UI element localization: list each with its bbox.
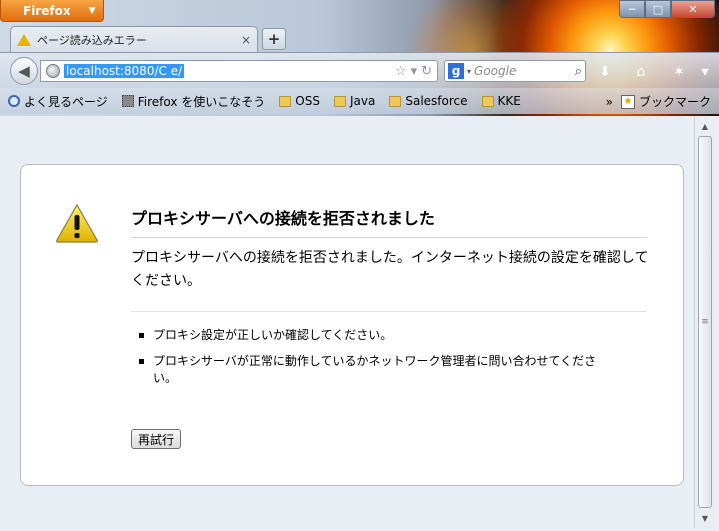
back-arrow-icon: ◀ [18,62,30,80]
firefox-menu-button[interactable]: Firefox ▼ [0,0,104,22]
bookmarks-overflow-button[interactable]: » [606,95,613,109]
dotted-square-icon [121,95,134,107]
home-icon[interactable]: ⌂ [630,62,652,82]
list-item: プロキシサーバが正常に動作しているかネットワーク管理者に問い合わせてください。 [137,353,617,387]
error-title: プロキシサーバへの接続を拒否されました [131,205,647,238]
bookmark-most-visited[interactable]: よく見るページ [8,93,108,110]
folder-icon [279,95,292,107]
navigation-toolbar: ◀ localhost:8080/C e/ ☆ ▾ ↻ g ▾ Google ⌕… [0,52,719,88]
bookmark-label: Salesforce [405,94,468,108]
scroll-down-icon[interactable]: ▼ [697,510,713,526]
magnifier-icon [8,95,20,107]
url-bar[interactable]: localhost:8080/C e/ ☆ ▾ ↻ [40,60,438,82]
bookmark-folder-kke[interactable]: KKE [481,94,521,108]
tab-close-icon[interactable]: × [241,33,251,47]
url-bar-actions: ☆ ▾ ↻ [395,64,437,79]
bookmark-getting-started[interactable]: Firefox を使いこなそう [121,93,266,110]
browser-chrome: Firefox ▼ ─ □ ✕ ページ読み込みエラー × + ◀ localho… [0,0,719,116]
minimize-button[interactable]: ─ [619,0,645,18]
firefox-menu-label: Firefox [23,3,71,18]
bookmark-label: OSS [295,94,320,108]
bookmark-folder-salesforce[interactable]: Salesforce [389,94,468,108]
search-bar[interactable]: g ▾ Google ⌕ [444,60,586,82]
bookmark-folder-java[interactable]: Java [333,94,376,108]
scrollbar-thumb[interactable]: ≡ [698,136,712,508]
scroll-up-icon[interactable]: ▲ [697,118,713,134]
bookmarks-menu-button[interactable]: ★ ブックマーク [620,93,711,110]
bookmark-label: Java [349,94,376,108]
bookmarks-menu-label: ブックマーク [638,95,711,109]
search-input[interactable]: Google [474,64,572,78]
url-dropdown-icon[interactable]: ▾ [411,64,418,79]
folder-icon [389,95,402,107]
window-controls: ─ □ ✕ [619,0,715,18]
error-suggestions: プロキシ設定が正しいか確認してください。 プロキシサーバが正常に動作しているかネ… [137,327,617,396]
search-engine-dropdown-icon[interactable]: ▾ [467,67,471,76]
folder-icon [333,95,346,107]
divider [131,311,647,312]
list-item: プロキシ設定が正しいか確認してください。 [137,327,617,344]
addon-icon[interactable]: ✶ [668,62,690,82]
error-panel: プロキシサーバへの接続を拒否されました プロキシサーバへの接続を拒否されました。… [20,164,684,486]
bookmark-label: Firefox を使いこなそう [137,94,266,109]
bookmark-star-icon[interactable]: ☆ [395,64,407,79]
google-logo-icon[interactable]: g [448,63,464,79]
bookmark-folder-oss[interactable]: OSS [279,94,320,108]
back-button[interactable]: ◀ [10,57,38,85]
bookmark-menu-icon: ★ [620,94,635,109]
reload-icon[interactable]: ↻ [421,64,432,79]
search-icon[interactable]: ⌕ [575,64,582,79]
error-description: プロキシサーバへの接続を拒否されました。インターネット接続の設定を確認してくださ… [131,250,649,289]
globe-icon [46,64,60,78]
page-content: プロキシサーバへの接続を拒否されました プロキシサーバへの接続を拒否されました。… [4,116,694,528]
url-text[interactable]: localhost:8080/C e/ [64,64,185,78]
download-icon[interactable]: ⬇ [594,62,616,82]
bookmark-label: KKE [497,94,521,108]
vertical-scrollbar[interactable]: ▲ ≡ ▼ [694,116,715,528]
chevron-down-icon: ▼ [88,5,96,16]
close-window-button[interactable]: ✕ [671,0,715,18]
retry-button[interactable]: 再試行 [131,429,182,449]
maximize-button[interactable]: □ [645,0,671,18]
tab-page-load-error[interactable]: ページ読み込みエラー × [10,26,258,52]
folder-icon [481,95,494,107]
new-tab-button[interactable]: + [262,28,286,50]
warning-icon [17,33,31,46]
toolbar-menu-icon[interactable]: ▾ [694,62,716,82]
tab-title: ページ読み込みエラー [37,33,147,47]
bookmark-label: よく見るページ [24,94,108,109]
bookmarks-right: » ★ ブックマーク [606,93,711,110]
warning-icon [56,203,98,243]
